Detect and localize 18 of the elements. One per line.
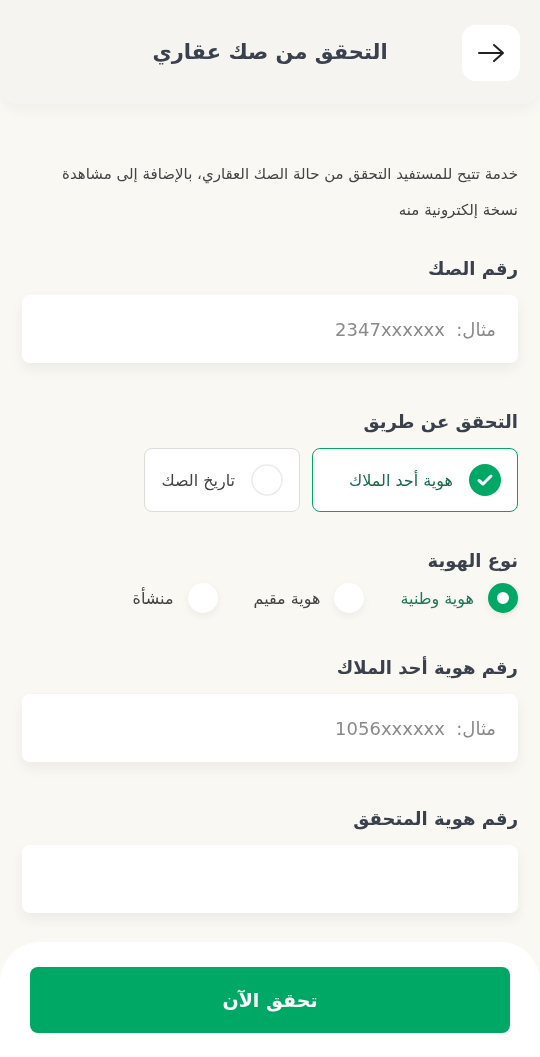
- arrow-right-icon: [477, 43, 505, 63]
- option-card[interactable]: تاريخ الصك: [144, 448, 300, 512]
- option-card[interactable]: هوية أحد الملاك: [312, 448, 518, 512]
- radio-option[interactable]: هوية وطنية: [400, 583, 518, 613]
- section-label: التحقق عن طريق: [362, 411, 518, 432]
- field-label: رقم هوية أحد الملاك: [335, 657, 518, 678]
- back-button[interactable]: [462, 25, 520, 81]
- field-label: رقم هوية المتحقق: [352, 808, 518, 829]
- check-icon: [469, 464, 501, 496]
- radio-circle-icon: [488, 583, 518, 613]
- radio-option[interactable]: منشأة: [132, 583, 218, 613]
- deed-number-field[interactable]: مثال: 2347xxxxxx: [22, 295, 518, 363]
- owner-id-field[interactable]: مثال: 1056xxxxxx: [22, 694, 518, 762]
- section-label: نوع الهوية: [426, 550, 518, 571]
- page-title: التحقق من صك عقاري: [151, 40, 389, 64]
- radio-option[interactable]: هوية مقيم: [253, 583, 365, 613]
- field-label: رقم الصك: [427, 258, 518, 279]
- service-description: خدمة تتيح للمستفيد التحقق من حالة الصك العقاري، بالإضافة إلى مشاهدة نسخة إلكترونية منه: [61, 164, 518, 221]
